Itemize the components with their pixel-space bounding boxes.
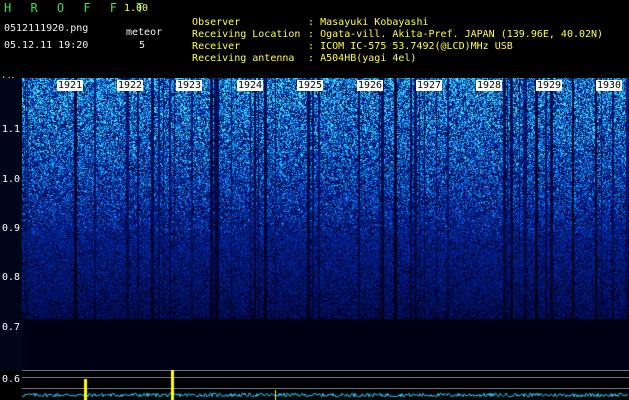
meteor-label: meteor (126, 27, 163, 38)
meteor-count: 5 (139, 40, 146, 51)
freq-label-1.1: 1.1 (2, 124, 21, 135)
file-name: 0512111920.png (4, 23, 89, 34)
time-label-1921: 1921 (57, 80, 84, 91)
spectrogram (0, 78, 629, 370)
freq-label-0.8: 0.8 (2, 272, 21, 283)
datetime: 05.12.11 19:20 (4, 40, 89, 51)
freq-label-1.0: 1.0 (2, 174, 21, 185)
signal-meter (0, 370, 629, 400)
info-key: Receiving antenna (192, 53, 295, 64)
time-label-1930: 1930 (596, 80, 623, 91)
freq-label-0.9: 0.9 (2, 223, 21, 234)
time-label-1929: 1929 (536, 80, 563, 91)
meter-canvas (0, 370, 629, 400)
time-label-1927: 1927 (416, 80, 443, 91)
time-label-1926: 1926 (357, 80, 384, 91)
app-version: 1.00 (124, 3, 149, 14)
freq-label-0.7: 0.7 (2, 322, 21, 333)
time-label-1924: 1924 (237, 80, 264, 91)
time-label-1923: 1923 (176, 80, 203, 91)
spectrogram-canvas (22, 78, 629, 370)
time-label-1922: 1922 (117, 80, 144, 91)
meter-level-label: 0.6 (2, 374, 21, 385)
info-value: A504HB(yagi 4el) (320, 53, 417, 64)
info-row-antenna: Receiving antenna: A504HB(yagi 4el) (180, 41, 416, 65)
info-sep: : (308, 53, 315, 64)
time-label-1928: 1928 (476, 80, 503, 91)
time-label-1925: 1925 (297, 80, 324, 91)
